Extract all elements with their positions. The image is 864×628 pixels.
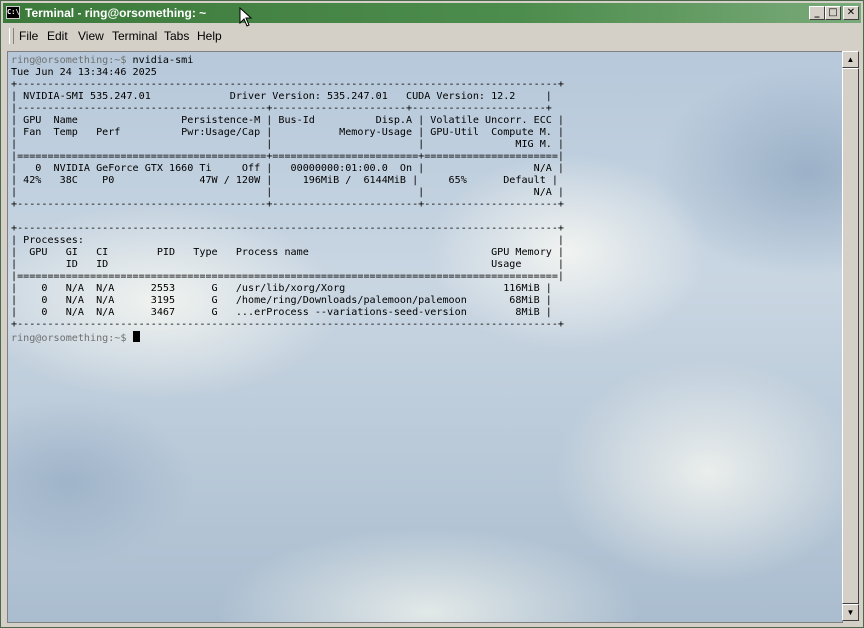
command-text: nvidia-smi xyxy=(126,55,194,66)
close-button[interactable]: ✕ xyxy=(843,6,859,20)
terminal-text: ring@orsomething:~$ nvidia-smi Tue Jun 2… xyxy=(11,55,564,345)
menubar-grip xyxy=(9,28,14,44)
menu-file[interactable]: File xyxy=(19,29,38,43)
terminal-output-area[interactable]: ring@orsomething:~$ nvidia-smi Tue Jun 2… xyxy=(7,51,843,623)
maximize-button[interactable]: □ xyxy=(825,6,841,20)
text-cursor xyxy=(132,331,140,342)
menu-bar: File Edit View Terminal Tabs Help xyxy=(3,25,861,47)
scrollbar-thumb[interactable] xyxy=(842,68,859,604)
mouse-pointer-icon xyxy=(239,7,253,27)
minimize-icon: _ xyxy=(814,7,820,18)
window-title: Terminal - ring@orsomething: ~ xyxy=(25,6,207,20)
title-bar[interactable]: C:\ Terminal - ring@orsomething: ~ _ □ ✕ xyxy=(3,3,861,23)
terminal-window: C:\ Terminal - ring@orsomething: ~ _ □ ✕… xyxy=(0,0,864,628)
menu-edit[interactable]: Edit xyxy=(47,29,68,43)
shell-prompt: ring@orsomething:~$ xyxy=(11,55,127,66)
maximize-icon: □ xyxy=(828,7,838,18)
close-icon: ✕ xyxy=(846,7,856,18)
menu-tabs[interactable]: Tabs xyxy=(164,29,189,43)
timestamp-line: Tue Jun 24 13:34:46 2025 xyxy=(11,67,157,78)
menu-terminal[interactable]: Terminal xyxy=(112,29,157,43)
shell-prompt-current: ring@orsomething:~$ xyxy=(11,333,127,344)
scroll-down-button[interactable]: ▼ xyxy=(842,604,859,621)
arrow-up-icon: ▲ xyxy=(846,55,855,64)
menu-view[interactable]: View xyxy=(78,29,104,43)
scroll-up-button[interactable]: ▲ xyxy=(842,51,859,68)
menu-help[interactable]: Help xyxy=(197,29,222,43)
minimize-button[interactable]: _ xyxy=(809,6,825,20)
nvidia-smi-output: +---------------------------------------… xyxy=(11,79,565,330)
terminal-icon[interactable]: C:\ xyxy=(6,6,20,19)
vertical-scrollbar[interactable]: ▲ ▼ xyxy=(842,51,859,621)
arrow-down-icon: ▼ xyxy=(846,608,855,617)
